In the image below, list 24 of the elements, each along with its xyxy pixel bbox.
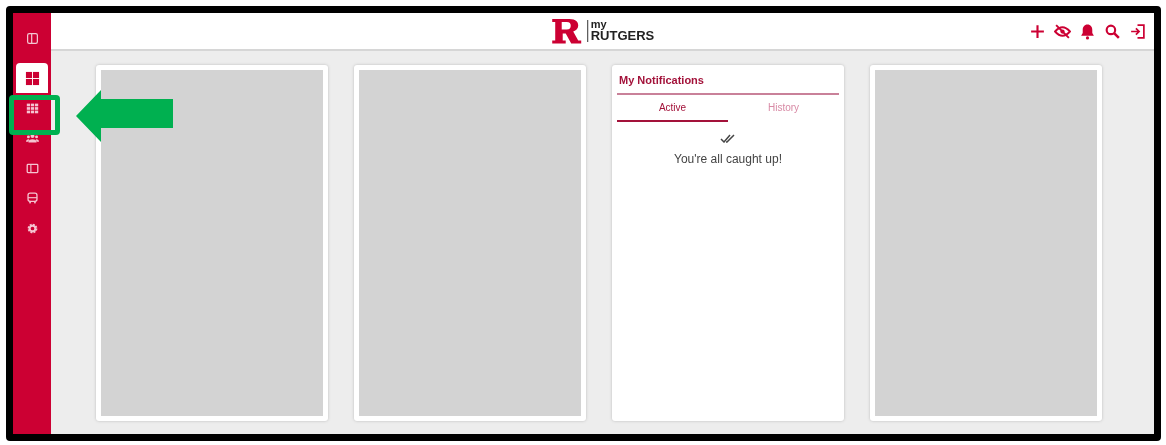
eye-slash-icon bbox=[1054, 22, 1071, 40]
dashboard-icon bbox=[24, 70, 40, 86]
add-button[interactable] bbox=[1029, 22, 1046, 40]
search-icon bbox=[1104, 22, 1121, 40]
sign-out-button[interactable] bbox=[1129, 22, 1146, 40]
panel-icon bbox=[25, 161, 39, 175]
status-message: You're all caught up! bbox=[673, 150, 783, 168]
sign-in-icon bbox=[1129, 22, 1146, 40]
double-check-icon bbox=[720, 133, 736, 143]
search-button[interactable] bbox=[1104, 22, 1121, 40]
hide-button[interactable] bbox=[1054, 22, 1071, 40]
card-title: My Notifications bbox=[618, 73, 705, 88]
tab[interactable]: Active bbox=[617, 94, 728, 122]
grid-icon bbox=[25, 101, 39, 115]
sidebar-item[interactable] bbox=[16, 63, 48, 93]
logo-mark bbox=[550, 18, 583, 44]
gear-icon bbox=[25, 221, 39, 235]
bell-icon bbox=[1079, 22, 1096, 40]
plus-icon bbox=[1029, 22, 1046, 40]
logo-text: my bbox=[590, 20, 608, 31]
panel-icon bbox=[25, 31, 39, 45]
logo-text: RUTGERS bbox=[590, 30, 655, 42]
notifications-button[interactable] bbox=[1079, 22, 1096, 40]
bus-icon bbox=[25, 191, 39, 205]
